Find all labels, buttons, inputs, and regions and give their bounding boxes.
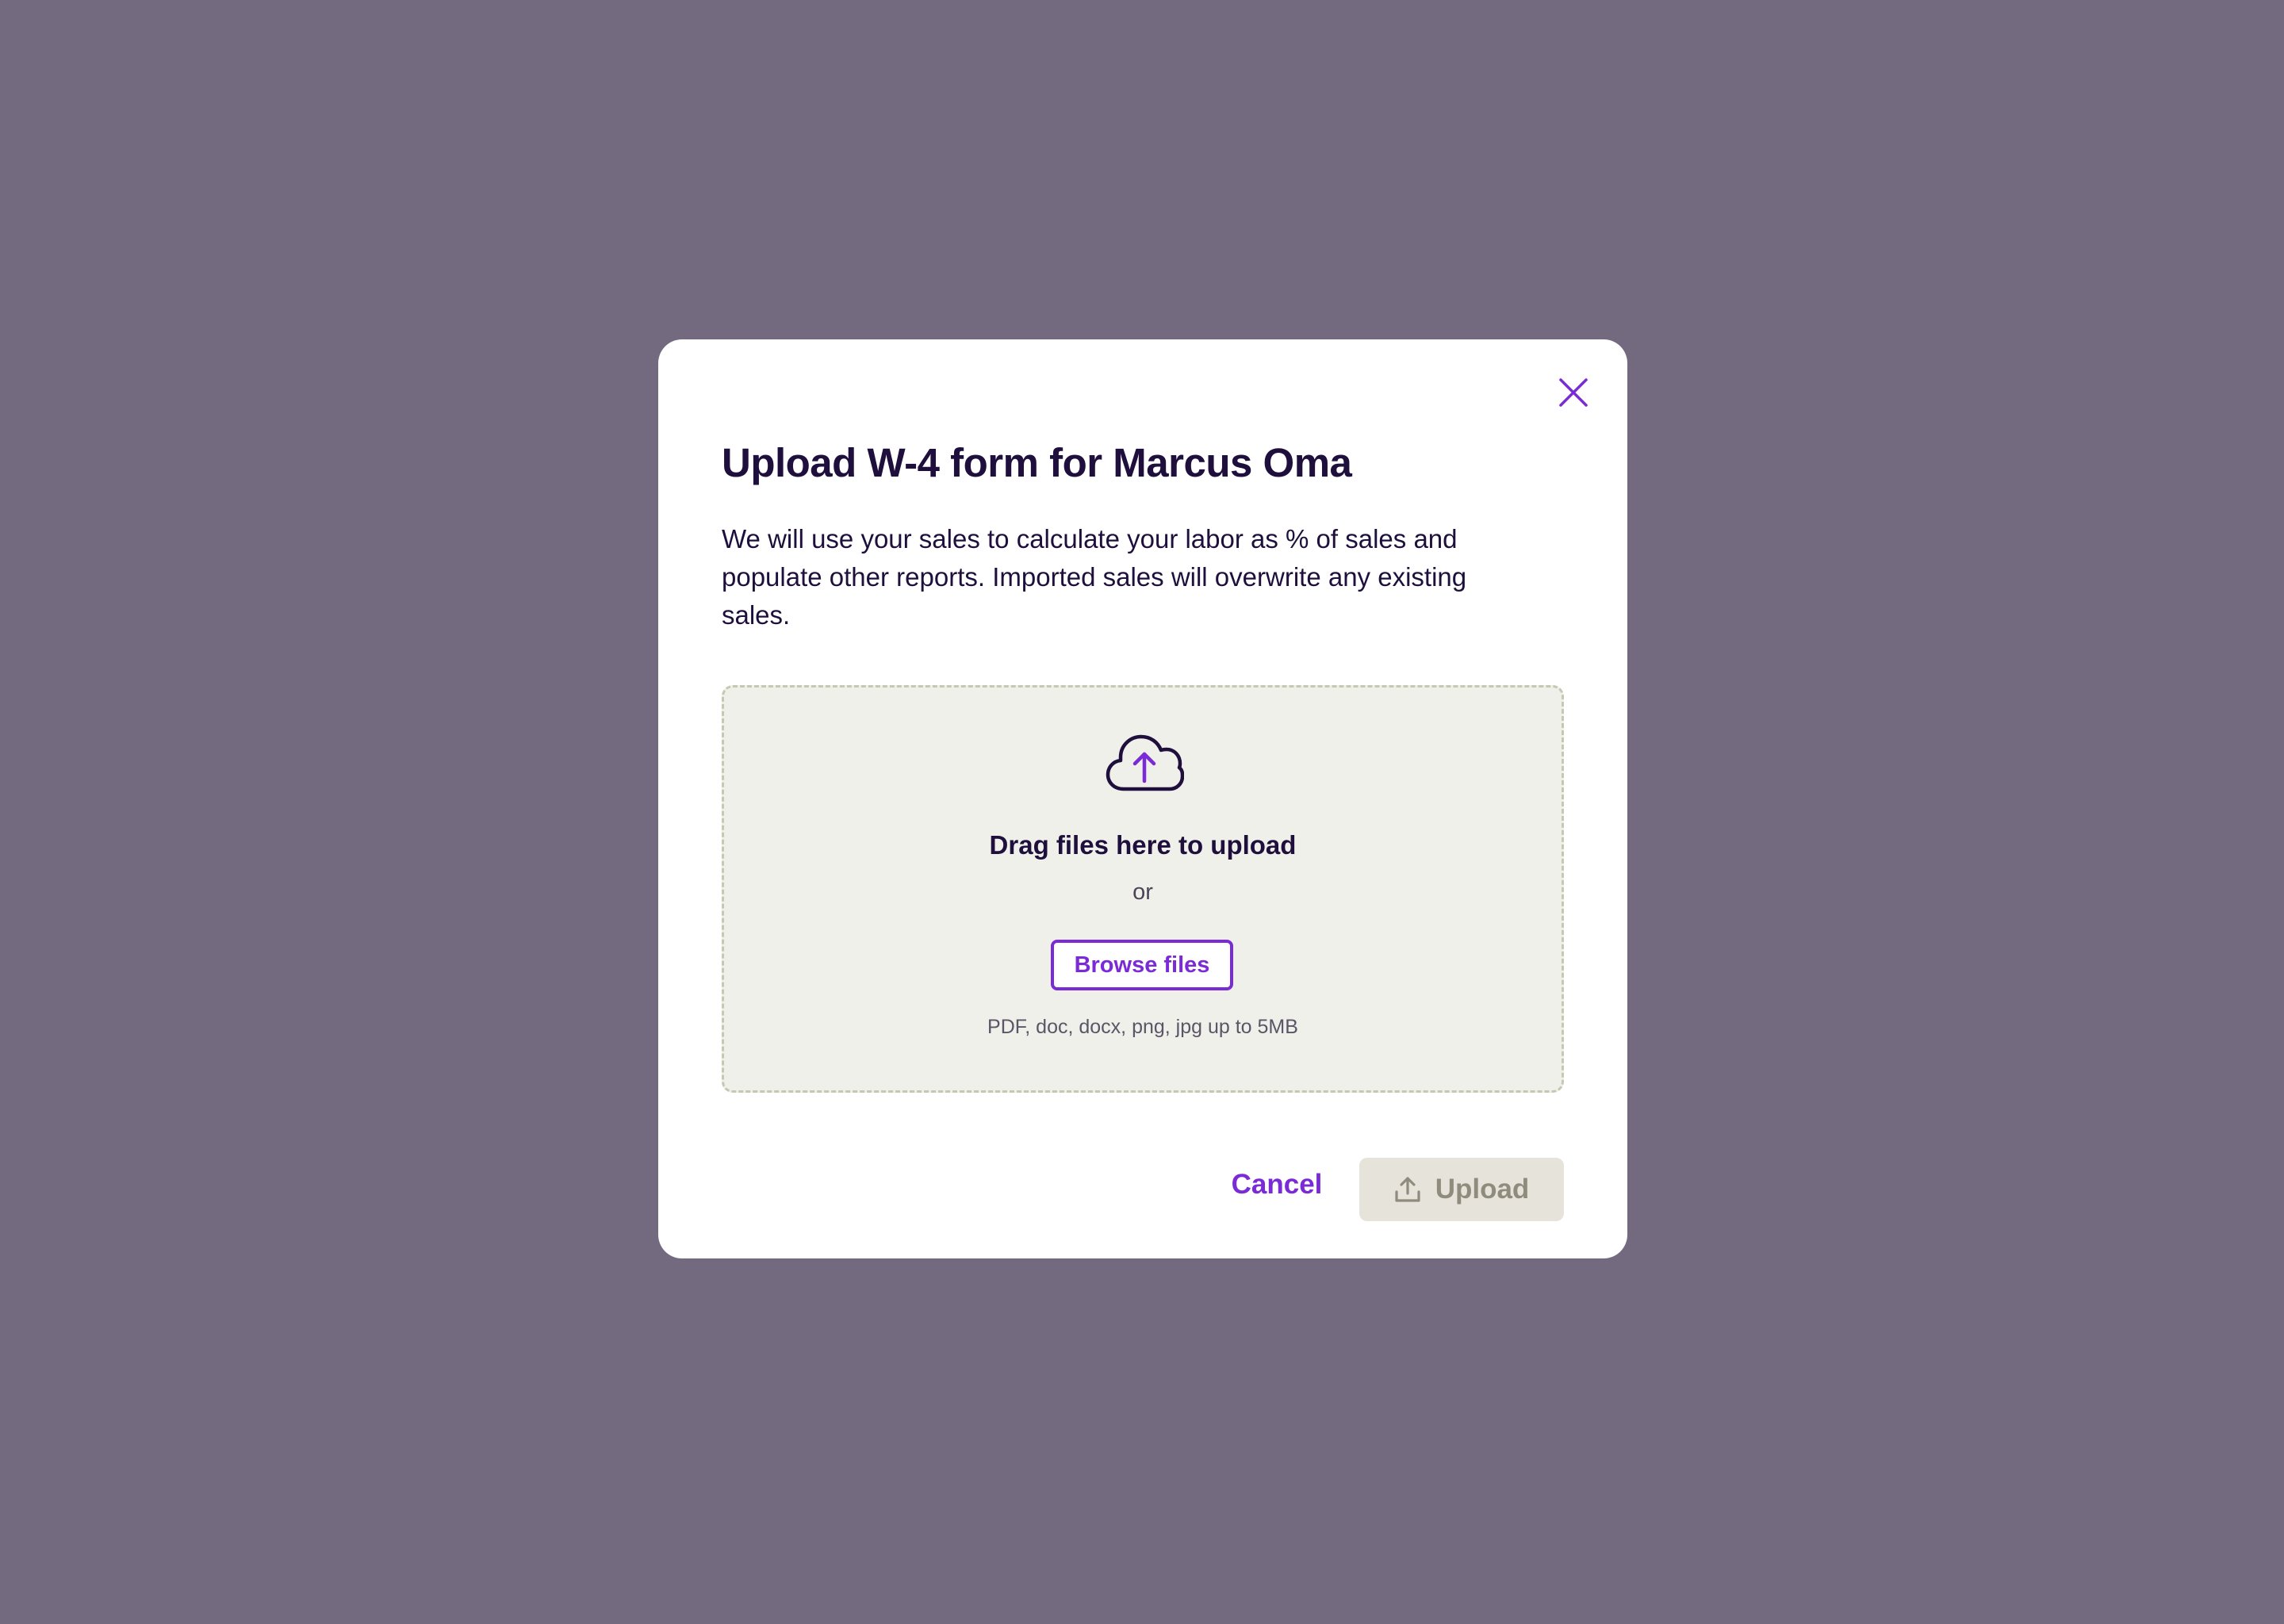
close-button[interactable] bbox=[1554, 373, 1592, 412]
browse-files-button[interactable]: Browse files bbox=[1051, 940, 1233, 990]
upload-modal: Upload W-4 form for Marcus Oma We will u… bbox=[658, 339, 1627, 1258]
modal-description: We will use your sales to calculate your… bbox=[722, 524, 1467, 630]
close-icon bbox=[1559, 378, 1588, 407]
file-types-hint: PDF, doc, docx, png, jpg up to 5MB bbox=[987, 1016, 1298, 1038]
modal-title: Upload W-4 form for Marcus Oma bbox=[722, 440, 1352, 485]
dropzone-heading: Drag files here to upload bbox=[989, 830, 1297, 860]
upload-icon bbox=[1395, 1177, 1420, 1202]
file-dropzone[interactable]: Drag files here to upload or Browse file… bbox=[722, 685, 1564, 1093]
upload-button-label: Upload bbox=[1435, 1174, 1530, 1205]
dropzone-or-label: or bbox=[1132, 879, 1153, 905]
cloud-upload-icon bbox=[1106, 734, 1184, 791]
cancel-button[interactable]: Cancel bbox=[1198, 1156, 1356, 1213]
upload-button[interactable]: Upload bbox=[1359, 1158, 1564, 1221]
